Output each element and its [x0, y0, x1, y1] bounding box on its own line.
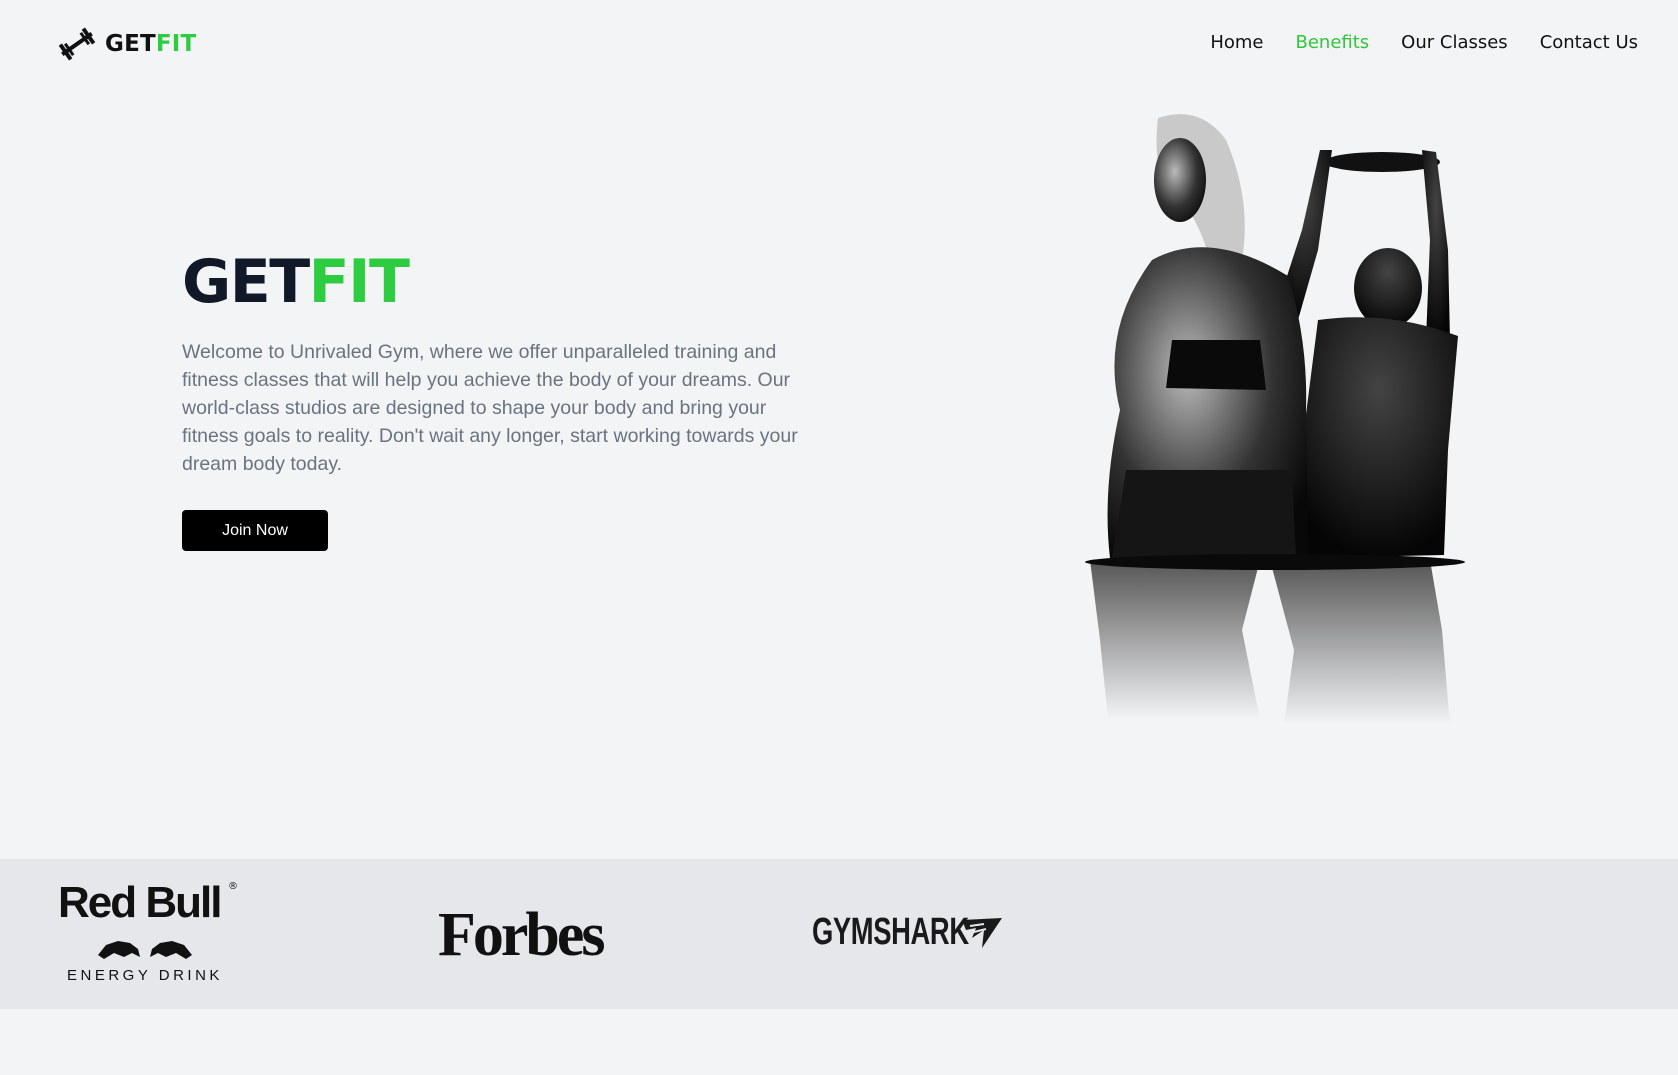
nav-link-benefits[interactable]: Benefits: [1295, 32, 1369, 53]
logo[interactable]: GETFIT: [55, 26, 196, 62]
partner-logo-redbull: Red Bull ® ENERGY DRINK: [58, 881, 238, 989]
main-nav: Home Benefits Our Classes Contact Us: [1210, 32, 1638, 53]
join-now-button[interactable]: Join Now: [182, 510, 328, 551]
hero-image: [1085, 114, 1465, 725]
partner-logo-gymshark: GYMSHARK: [812, 913, 1004, 951]
dumbbell-icon: [58, 27, 96, 61]
hero-description: Welcome to Unrivaled Gym, where we offer…: [182, 341, 798, 475]
gymshark-wordmark: GYMSHARK: [812, 911, 969, 953]
charging-bulls-icon: [98, 934, 192, 959]
partner-logo-forbes: Forbes: [438, 901, 606, 969]
redbull-tagline: ENERGY DRINK: [67, 967, 223, 984]
nav-link-our-classes[interactable]: Our Classes: [1401, 32, 1508, 53]
registered-mark: ®: [228, 881, 238, 892]
nav-link-home[interactable]: Home: [1210, 32, 1263, 53]
redbull-wordmark: Red Bull: [58, 878, 222, 927]
partners-band: Red Bull ® ENERGY DRINK Forbes GYMSHARK: [0, 859, 1678, 1009]
logo-text: GETFIT: [105, 31, 197, 57]
nav-link-contact-us[interactable]: Contact Us: [1540, 32, 1638, 53]
navbar: GETFIT Home Benefits Our Classes Contact…: [0, 0, 1678, 90]
hero-title: GETFIT: [182, 247, 410, 317]
